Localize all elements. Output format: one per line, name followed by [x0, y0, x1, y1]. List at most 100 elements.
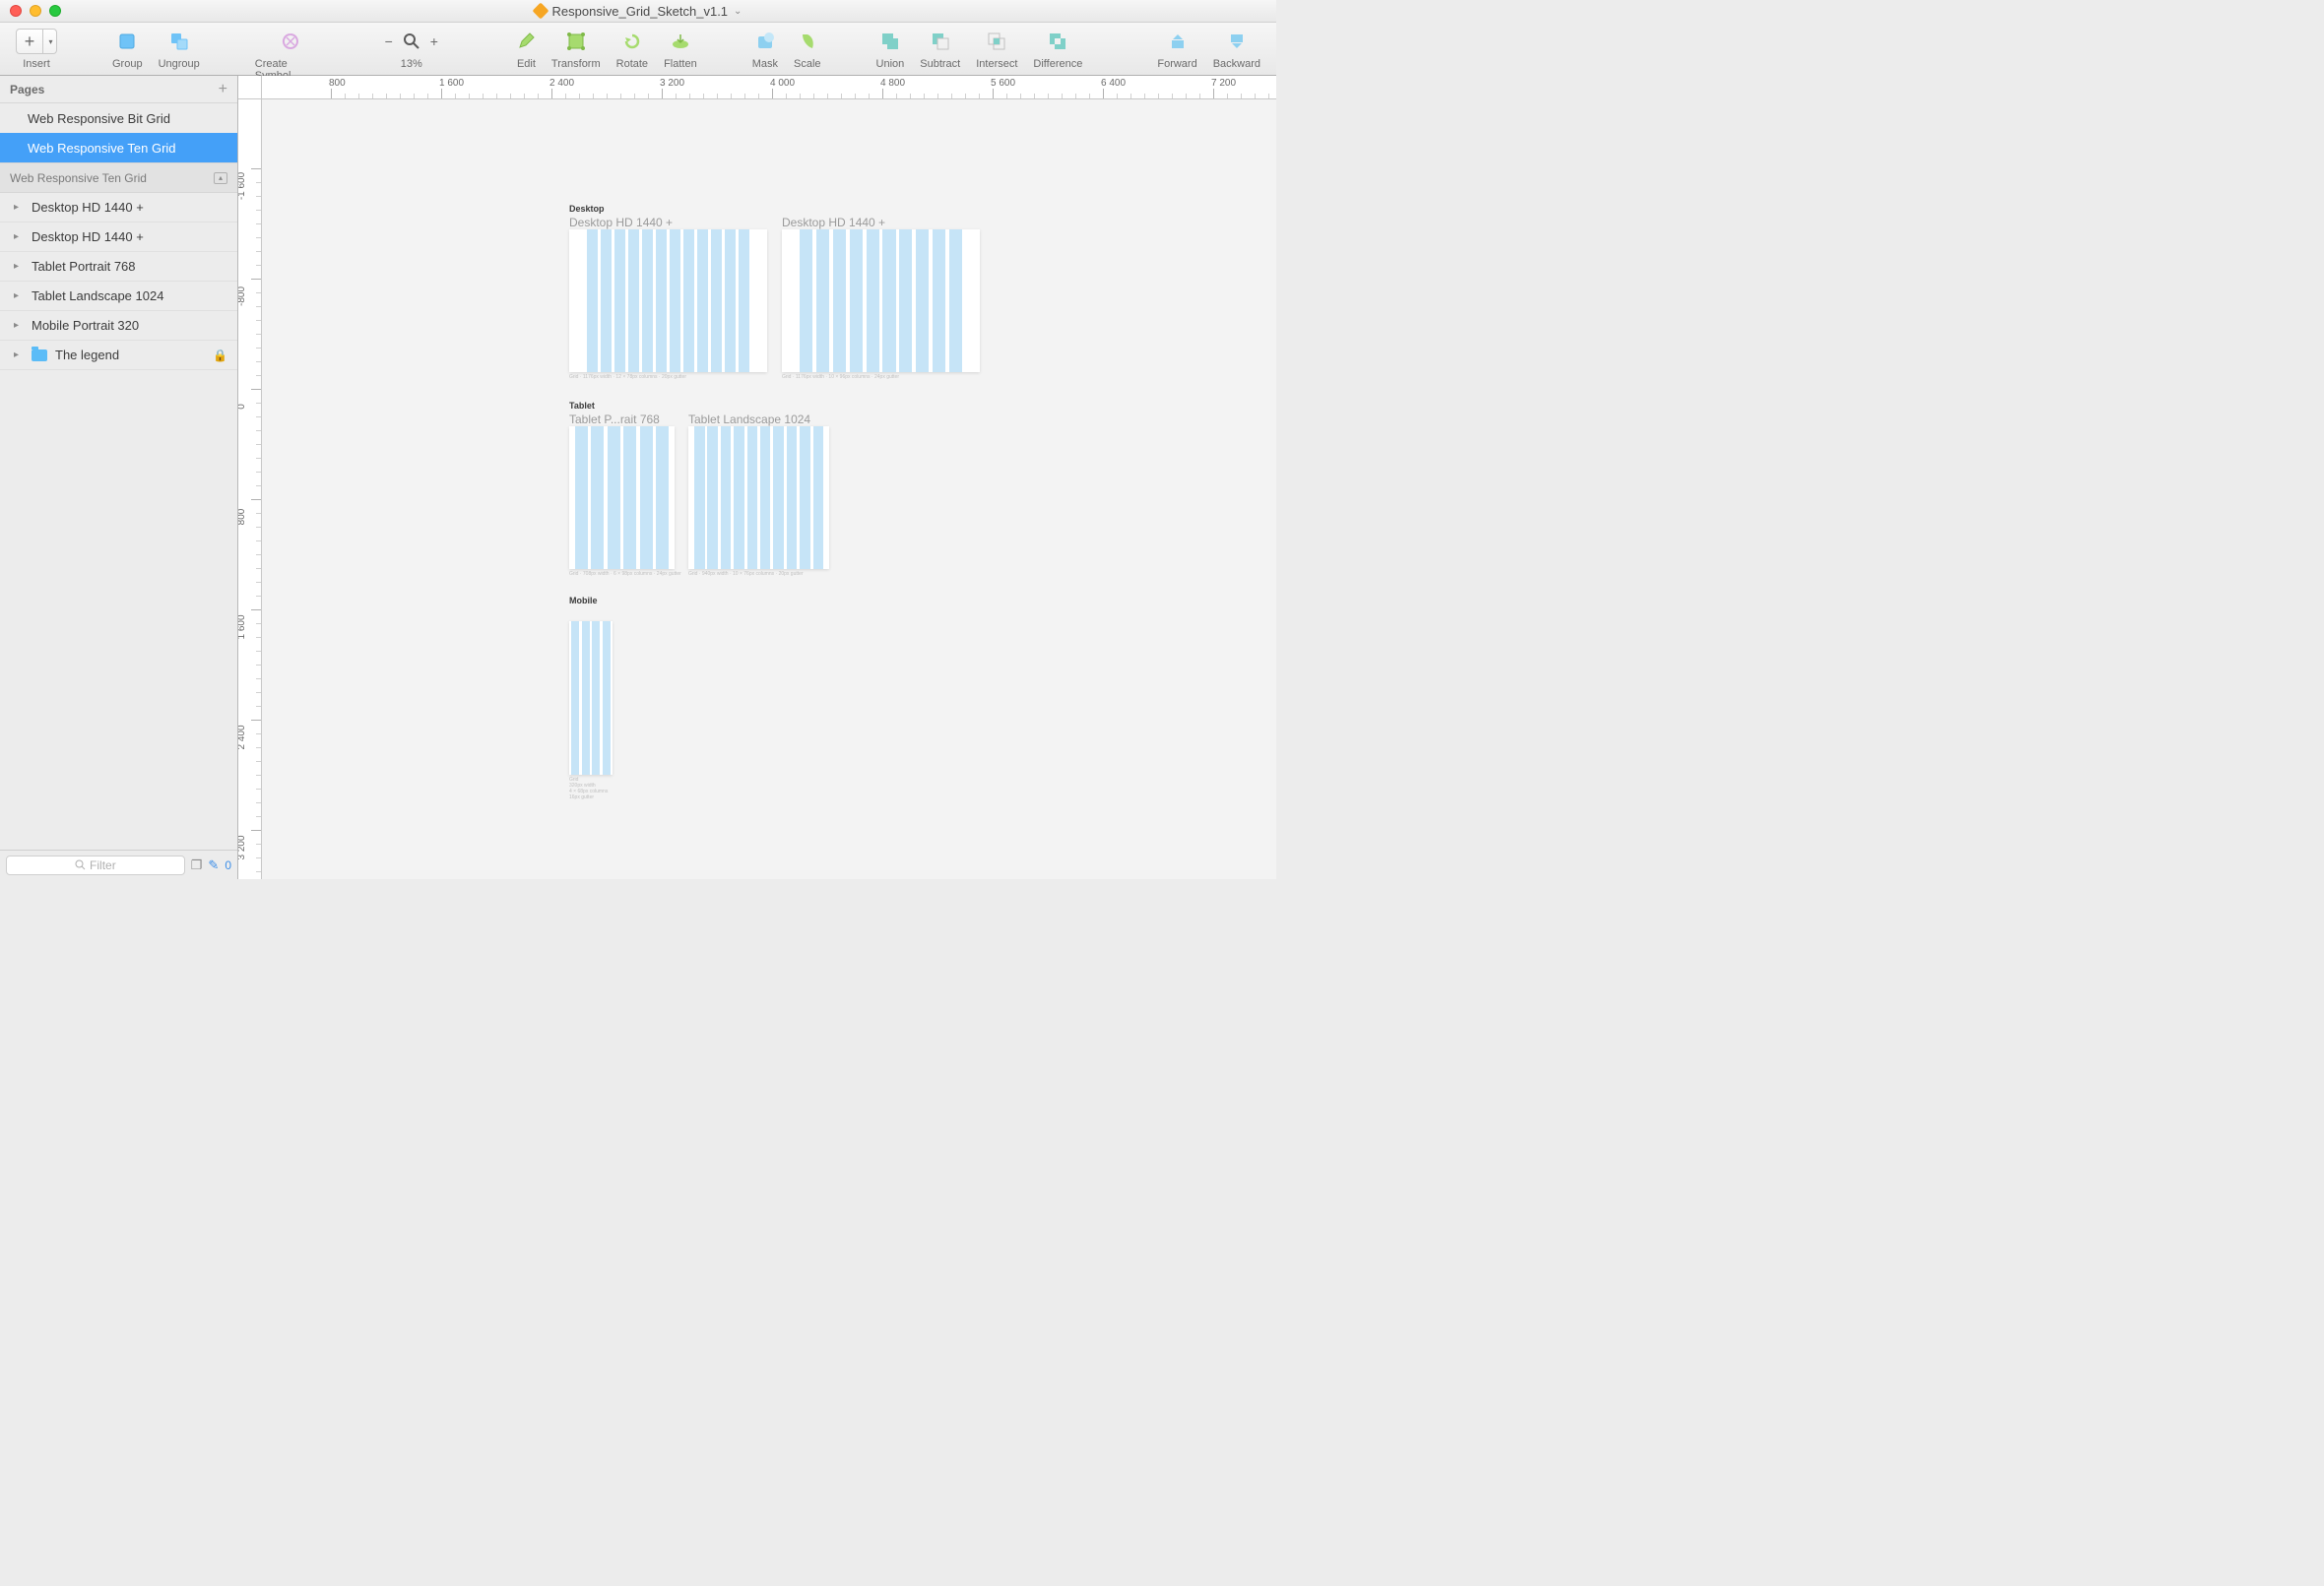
grid-column — [933, 229, 945, 372]
horizontal-ruler[interactable]: 8001 6002 4003 2004 0004 8005 6006 4007 … — [262, 76, 1276, 99]
layer-item[interactable]: ▸Desktop HD 1440 + — [0, 193, 237, 222]
vertical-ruler[interactable]: -1 600-80008001 6002 4003 200 — [238, 99, 262, 879]
edit-icon[interactable] — [517, 32, 535, 50]
layer-list: ▸Desktop HD 1440 +▸Desktop HD 1440 +▸Tab… — [0, 193, 237, 850]
group-icon[interactable] — [118, 32, 136, 50]
layer-label: The legend — [55, 348, 119, 362]
layer-panel-title: Web Responsive Ten Grid — [10, 171, 147, 185]
grid-column — [591, 426, 604, 569]
create-symbol-icon[interactable] — [282, 32, 299, 50]
ruler-label: -800 — [238, 286, 247, 306]
search-icon — [75, 859, 86, 870]
union-icon[interactable] — [881, 32, 899, 50]
layer-label: Desktop HD 1440 + — [32, 229, 144, 244]
page-item[interactable]: Web Responsive Ten Grid — [0, 133, 237, 162]
mask-icon[interactable] — [756, 32, 774, 50]
artboard[interactable] — [688, 426, 829, 569]
artboard-title[interactable]: Desktop HD 1440 + — [782, 216, 980, 229]
document-icon — [532, 3, 549, 20]
grid-column — [949, 229, 962, 372]
section-label: Tablet — [569, 401, 595, 411]
slice-filter-icon[interactable]: ❐ — [191, 857, 203, 873]
artboard-title[interactable]: Desktop HD 1440 + — [569, 216, 767, 229]
grid-column — [747, 426, 758, 569]
ungroup-icon[interactable] — [170, 32, 188, 50]
disclosure-icon[interactable]: ▸ — [14, 349, 24, 360]
grid-column — [683, 229, 694, 372]
section-label: Desktop — [569, 204, 605, 214]
toolbar-label: Backward — [1213, 58, 1260, 70]
layer-item[interactable]: ▸Mobile Portrait 320 — [0, 311, 237, 341]
disclosure-icon[interactable]: ▸ — [14, 261, 24, 272]
zoom-level[interactable]: 13% — [401, 58, 422, 70]
chevron-down-icon: ▾ — [48, 37, 52, 46]
artboard-caption: Grid · 940px width · 10 × 76px columns ·… — [688, 571, 804, 577]
ruler-label: 2 400 — [238, 725, 247, 749]
titlebar: Responsive_Grid_Sketch_v1.1 ⌄ — [0, 0, 1276, 23]
grid-column — [571, 621, 579, 775]
page-item[interactable]: Web Responsive Bit Grid — [0, 103, 237, 133]
export-filter-icon[interactable]: ✎ — [208, 857, 219, 873]
disclosure-icon[interactable]: ▸ — [14, 231, 24, 242]
layer-item[interactable]: ▸Tablet Portrait 768 — [0, 252, 237, 282]
layer-item[interactable]: ▸ The legend 🔒 — [0, 341, 237, 370]
insert-button[interactable]: + ▾ — [16, 29, 57, 54]
artboard-title[interactable]: Tablet P...rait 768 — [569, 412, 672, 426]
artboard-title[interactable]: Tablet Landscape 1024 — [688, 412, 829, 426]
add-page-button[interactable]: + — [219, 81, 227, 98]
grid-column — [614, 229, 625, 372]
grid-column — [850, 229, 863, 372]
subtract-icon[interactable] — [932, 32, 949, 50]
grid-column — [725, 229, 736, 372]
collapse-icon[interactable]: ▴ — [214, 172, 227, 184]
artboard-caption: Grid · 1176px width · 12 × 78px columns … — [569, 374, 686, 380]
grid-column — [787, 426, 798, 569]
artboard[interactable] — [569, 229, 767, 372]
disclosure-icon[interactable]: ▸ — [14, 290, 24, 301]
rotate-icon[interactable] — [623, 32, 641, 50]
toolbar-label: Intersect — [976, 58, 1017, 70]
grid-column — [711, 229, 722, 372]
layer-item[interactable]: ▸ Tablet Landscape 1024 — [0, 282, 237, 311]
canvas[interactable]: Desktop Tablet Mobile Desktop HD 1440 + Grid… — [262, 99, 1276, 879]
artboard[interactable] — [569, 621, 613, 775]
grid-column — [760, 426, 771, 569]
artboard[interactable] — [782, 229, 980, 372]
difference-icon[interactable] — [1049, 32, 1066, 50]
lock-icon[interactable]: 🔒 — [213, 349, 227, 362]
grid-column — [734, 426, 744, 569]
chevron-down-icon: ⌄ — [734, 6, 742, 17]
scale-icon[interactable] — [799, 32, 816, 50]
ruler-label: 6 400 — [1101, 78, 1126, 89]
left-panel: Pages + Web Responsive Bit GridWeb Respo… — [0, 76, 238, 879]
toolbar-label: Insert — [23, 58, 50, 70]
zoom-out-button[interactable]: − — [381, 33, 397, 49]
grid-column — [800, 229, 812, 372]
ruler-label: 4 800 — [880, 78, 905, 89]
artboard[interactable] — [569, 426, 675, 569]
intersect-icon[interactable] — [988, 32, 1005, 50]
layer-item[interactable]: ▸ Desktop HD 1440 + — [0, 222, 237, 252]
toolbar-label: Group — [112, 58, 143, 70]
page-list: Web Responsive Bit GridWeb Responsive Te… — [0, 103, 237, 163]
forward-icon[interactable] — [1169, 32, 1187, 50]
toolbar-label: Edit — [517, 58, 536, 70]
zoom-magnify-icon[interactable] — [403, 32, 420, 50]
toolbar-label: Mask — [752, 58, 778, 70]
flatten-icon[interactable] — [672, 32, 689, 50]
toolbar-label: Union — [876, 58, 905, 70]
ruler-origin[interactable] — [238, 76, 262, 99]
canvas-area: 8001 6002 4003 2004 0004 8005 6006 4007 … — [238, 76, 1276, 879]
transform-icon[interactable] — [567, 32, 585, 50]
layer-label: Tablet Landscape 1024 — [32, 288, 163, 303]
disclosure-icon[interactable]: ▸ — [14, 320, 24, 331]
ruler-label: 3 200 — [660, 78, 684, 89]
grid-column — [694, 426, 705, 569]
zoom-in-button[interactable]: + — [426, 33, 442, 49]
disclosure-icon[interactable]: ▸ — [14, 202, 24, 213]
backward-icon[interactable] — [1228, 32, 1246, 50]
section-label: Mobile — [569, 596, 598, 605]
ruler-label: 5 600 — [991, 78, 1015, 89]
filter-input[interactable]: Filter — [6, 856, 185, 875]
window-title[interactable]: Responsive_Grid_Sketch_v1.1 ⌄ — [0, 4, 1276, 19]
